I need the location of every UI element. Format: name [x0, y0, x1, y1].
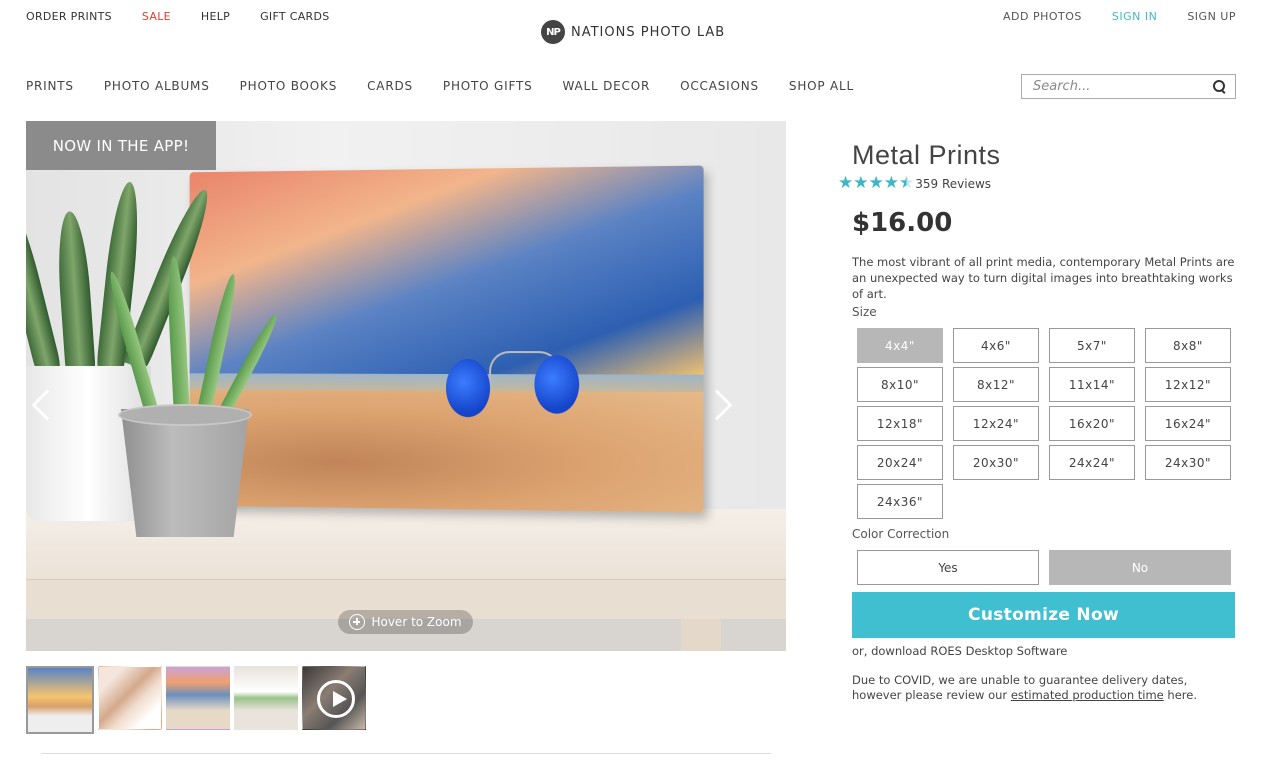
size-label: Size	[852, 305, 877, 319]
product-image[interactable]: NOW IN THE APP! Hover to Zoom	[26, 121, 786, 651]
zoom-plus-icon	[349, 614, 366, 630]
nav-photo-gifts[interactable]: PHOTO GIFTS	[443, 79, 533, 93]
nav-occasions[interactable]: OCCASIONS	[680, 79, 759, 93]
zoom-label: Hover to Zoom	[371, 615, 462, 629]
sale-link[interactable]: SALE	[142, 10, 171, 23]
help-link[interactable]: HELP	[201, 10, 230, 23]
thumbnail-4[interactable]	[234, 666, 298, 730]
size-option[interactable]: 24x30"	[1145, 445, 1231, 480]
video-thumbnail[interactable]	[302, 666, 366, 730]
thumbnail-1[interactable]	[26, 666, 94, 734]
order-prints-link[interactable]: ORDER PRINTS	[26, 10, 112, 23]
size-option[interactable]: 5x7"	[1049, 328, 1135, 363]
nav-photo-books[interactable]: PHOTO BOOKS	[240, 79, 338, 93]
thumbnail-3[interactable]	[166, 666, 230, 730]
nav-photo-albums[interactable]: PHOTO ALBUMS	[104, 79, 210, 93]
size-option[interactable]: 12x24"	[953, 406, 1039, 441]
customize-now-button[interactable]: Customize Now	[852, 592, 1235, 638]
covid-notice: Due to COVID, we are unable to guarantee…	[852, 673, 1232, 703]
color-correction-label: Color Correction	[852, 527, 950, 541]
size-option[interactable]: 20x24"	[857, 445, 943, 480]
size-option[interactable]: 4x6"	[953, 328, 1039, 363]
size-option[interactable]: 24x24"	[1049, 445, 1135, 480]
size-option[interactable]: 16x20"	[1049, 406, 1135, 441]
nav-prints[interactable]: PRINTS	[26, 79, 74, 93]
star-icon: ★	[883, 173, 899, 193]
bike-wheel	[534, 355, 580, 414]
covid-text-end: here.	[1163, 688, 1197, 702]
production-time-link[interactable]: estimated production time	[1011, 688, 1164, 702]
main-nav: PRINTS PHOTO ALBUMS PHOTO BOOKS CARDS PH…	[26, 79, 854, 93]
size-option[interactable]: 12x12"	[1145, 367, 1231, 402]
price: $16.00	[852, 208, 953, 238]
size-option[interactable]: 20x30"	[953, 445, 1039, 480]
search-icon[interactable]	[1213, 80, 1226, 93]
half-star-icon: ★	[899, 173, 915, 193]
site-logo[interactable]: NP NATIONS PHOTO LAB	[541, 20, 725, 44]
sand	[189, 389, 704, 513]
product-description: The most vibrant of all print media, con…	[852, 255, 1235, 301]
hover-to-zoom: Hover to Zoom	[338, 610, 473, 634]
reviews-link[interactable]: 359 Reviews	[915, 177, 991, 191]
play-icon	[317, 680, 355, 718]
app-badge[interactable]: NOW IN THE APP!	[26, 121, 216, 170]
nav-cards[interactable]: CARDS	[367, 79, 413, 93]
logo-icon: NP	[541, 20, 565, 44]
star-icon: ★	[868, 173, 884, 193]
add-photos-link[interactable]: ADD PHOTOS	[1003, 10, 1082, 23]
table-leg	[681, 619, 721, 651]
thumbnail-strip	[26, 666, 366, 734]
size-option[interactable]: 24x36"	[857, 484, 943, 519]
product-title: Metal Prints	[852, 140, 1001, 170]
divider	[41, 753, 771, 754]
gray-planter	[121, 409, 249, 537]
nav-wall-decor[interactable]: WALL DECOR	[563, 79, 651, 93]
color-correction-no[interactable]: No	[1049, 550, 1231, 585]
size-options: 4x4" 4x6" 5x7" 8x8" 8x10" 8x12" 11x14" 1…	[857, 328, 1231, 519]
logo-text: NATIONS PHOTO LAB	[571, 24, 726, 40]
size-option[interactable]: 8x12"	[953, 367, 1039, 402]
bike-wheel	[445, 359, 491, 418]
star-icon: ★	[853, 173, 869, 193]
search-input[interactable]	[1033, 79, 1203, 94]
thumbnail-2[interactable]	[98, 666, 162, 730]
color-correction-options: Yes No	[857, 550, 1231, 585]
size-option[interactable]: 8x10"	[857, 367, 943, 402]
sign-up-link[interactable]: SIGN UP	[1187, 10, 1236, 23]
color-correction-yes[interactable]: Yes	[857, 550, 1039, 585]
size-option[interactable]: 8x8"	[1145, 328, 1231, 363]
gift-cards-link[interactable]: GIFT CARDS	[260, 10, 329, 23]
size-option[interactable]: 16x24"	[1145, 406, 1231, 441]
sign-in-link[interactable]: SIGN IN	[1112, 10, 1157, 23]
size-option[interactable]: 11x14"	[1049, 367, 1135, 402]
size-option[interactable]: 12x18"	[857, 406, 943, 441]
size-option[interactable]: 4x4"	[857, 328, 943, 363]
account-nav: ADD PHOTOS SIGN IN SIGN UP	[1003, 10, 1236, 23]
nav-shop-all[interactable]: SHOP ALL	[789, 79, 854, 93]
search-box	[1021, 74, 1236, 99]
rating[interactable]: ★ ★ ★ ★ ★ 359 Reviews	[838, 175, 991, 192]
star-icon: ★	[838, 173, 854, 193]
gray-planter-rim	[118, 404, 252, 426]
roes-download-link[interactable]: or, download ROES Desktop Software	[852, 644, 1067, 658]
utility-nav: ORDER PRINTS SALE HELP GIFT CARDS	[26, 10, 330, 23]
